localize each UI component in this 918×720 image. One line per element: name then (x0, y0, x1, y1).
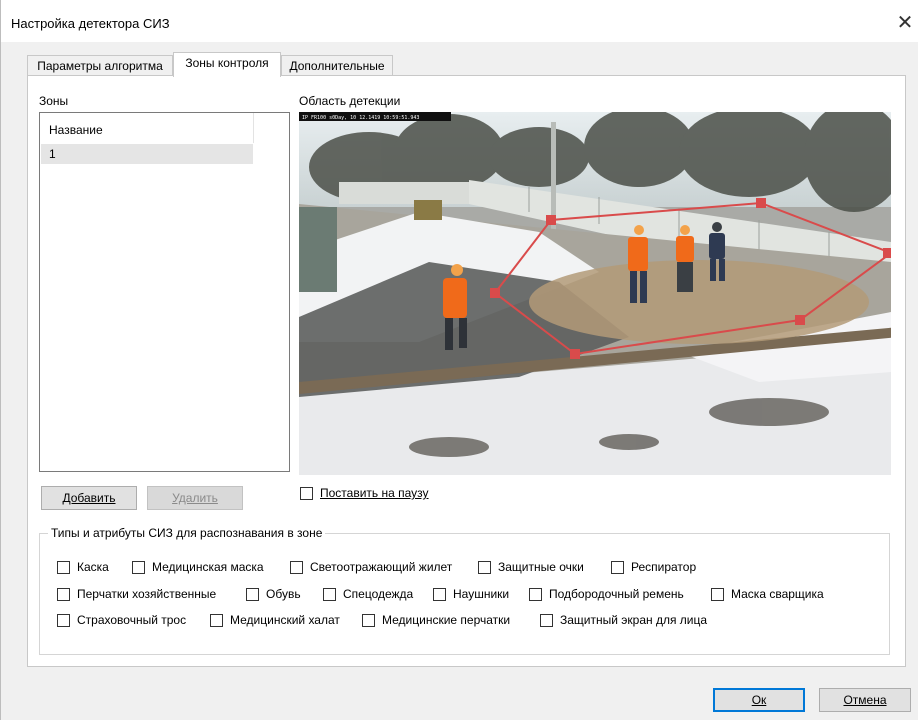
checkbox[interactable] (57, 588, 70, 601)
ppe-option-label: Подбородочный ремень (549, 587, 684, 601)
cancel-button[interactable]: Отмена (819, 688, 911, 712)
cancel-button-label: Отмена (843, 693, 887, 707)
detection-area-label: Область детекции (299, 94, 401, 108)
zones-column-header-name[interactable]: Название (40, 113, 254, 143)
zone-vertex-handle[interactable] (546, 215, 556, 225)
ppe-option-label: Защитный экран для лица (560, 613, 708, 627)
checkbox[interactable] (246, 588, 259, 601)
checkbox[interactable] (529, 588, 542, 601)
checkbox[interactable] (57, 614, 70, 627)
checkbox[interactable] (711, 588, 724, 601)
checkbox[interactable] (611, 561, 624, 574)
ppe-detector-settings-dialog: Настройка детектора СИЗ ✕ Параметры алго… (0, 0, 918, 720)
pause-checkbox[interactable] (300, 487, 313, 500)
zone-list-item[interactable]: 1 (41, 144, 253, 164)
add-zone-button-label: Добавить (62, 491, 116, 505)
checkbox[interactable] (323, 588, 336, 601)
checkbox[interactable] (478, 561, 491, 574)
add-zone-button[interactable]: Добавить (41, 486, 137, 510)
truck (299, 207, 337, 292)
window-title: Настройка детектора СИЗ (11, 16, 170, 31)
ppe-option-label: Спецодежда (343, 587, 414, 601)
ppe-option-label: Медицинский халат (230, 613, 340, 627)
cart (414, 200, 442, 220)
camera-overlay-text: IP FR100 s0Day, 10 12.1419 10:59:51.943 (302, 115, 419, 121)
tab-algorithm-params[interactable]: Параметры алгоритма (27, 55, 173, 77)
zone-vertex-handle[interactable] (795, 315, 805, 325)
ppe-option-label: Маска сварщика (731, 587, 824, 601)
checkbox[interactable] (362, 614, 375, 627)
zone-vertex-handle[interactable] (756, 198, 766, 208)
ok-button[interactable]: Ок (713, 688, 805, 712)
zone-vertex-handle[interactable] (570, 349, 580, 359)
ppe-option-label: Каска (77, 560, 109, 574)
zones-list[interactable]: Название 1 (39, 112, 290, 472)
ppe-option-label: Перчатки хозяйственные (77, 587, 217, 601)
checkbox[interactable] (290, 561, 303, 574)
ok-button-label: Ок (751, 693, 767, 707)
checkbox[interactable] (132, 561, 145, 574)
zone-vertex-handle[interactable] (883, 248, 891, 258)
close-icon[interactable]: ✕ (891, 8, 918, 38)
camera-frame-with-zone[interactable]: IP FR100 s0Day, 10 12.1419 10:59:51.943 (299, 112, 891, 475)
zone-vertex-handle[interactable] (490, 288, 500, 298)
left-fence (339, 182, 479, 204)
tab-additional[interactable]: Дополнительные (281, 55, 393, 77)
ppe-option-label: Наушники (453, 587, 510, 601)
title-bar: Настройка детектора СИЗ ✕ (1, 0, 918, 42)
ppe-option-label: Медицинские перчатки (382, 613, 511, 627)
checkbox[interactable] (433, 588, 446, 601)
ppe-option-label: Обувь (266, 587, 301, 601)
delete-zone-button[interactable]: Удалить (147, 486, 243, 510)
pause-label: Поставить на паузу (320, 486, 429, 500)
ppe-option-label: Светоотражающий жилет (310, 560, 453, 574)
tab-control-zones[interactable]: Зоны контроля (173, 52, 281, 77)
camera-scene: IP FR100 s0Day, 10 12.1419 10:59:51.943 (299, 112, 891, 475)
checkbox[interactable] (540, 614, 553, 627)
delete-zone-button-label: Удалить (172, 491, 218, 505)
checkbox[interactable] (57, 561, 70, 574)
dirt-area (529, 260, 869, 344)
ppe-option-label: Медицинская маска (152, 560, 264, 574)
ppe-option-label: Респиратор (631, 560, 697, 574)
ppe-option-label: Защитные очки (498, 560, 584, 574)
checkbox[interactable] (210, 614, 223, 627)
ppe-option-label: Страховочный трос (77, 613, 187, 627)
zones-label: Зоны (39, 94, 69, 108)
ppe-types-legend: Типы и атрибуты СИЗ для распознавания в … (48, 526, 326, 540)
